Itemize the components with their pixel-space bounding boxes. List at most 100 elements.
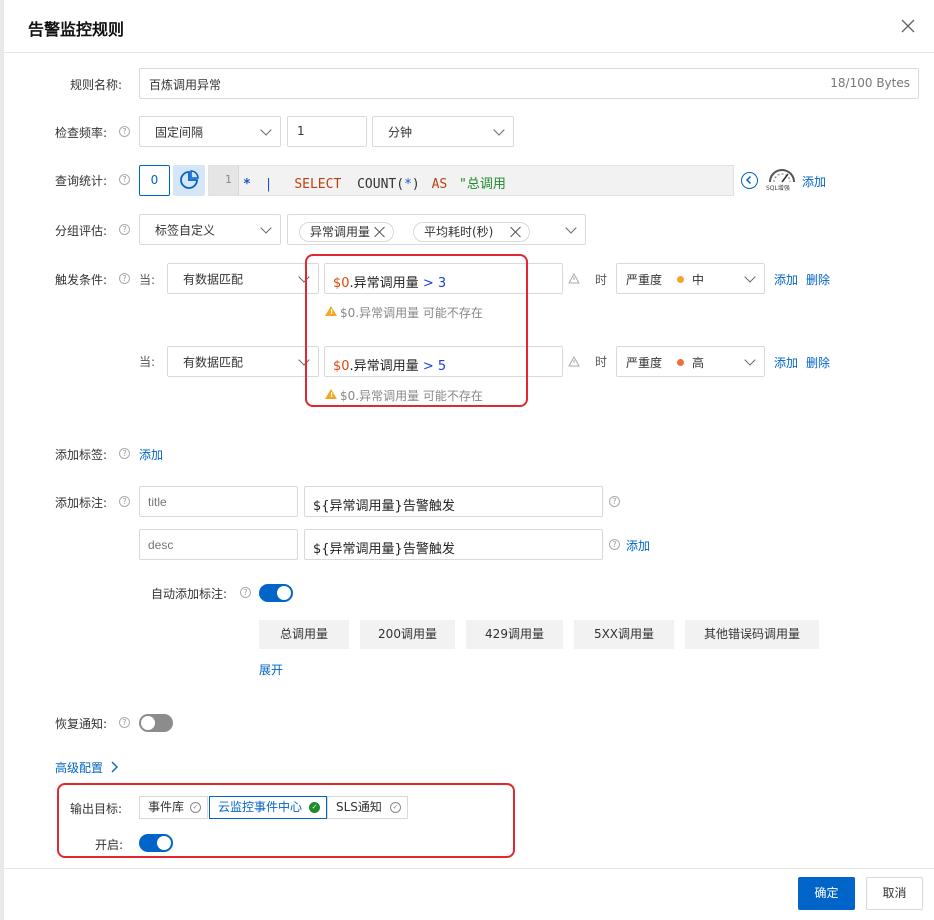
collapse-circle-icon[interactable]	[741, 172, 758, 189]
highlight-frame	[305, 254, 528, 407]
check-frequency-label: 检查频率:	[55, 126, 108, 140]
recovery-toggle[interactable]	[139, 714, 173, 732]
sql-enhance-icon[interactable]: SQL增强	[764, 166, 800, 194]
trigger-label: 触发条件:	[55, 273, 108, 287]
auto-annotation-label: 自动添加标注:	[151, 587, 228, 601]
labels-label: 添加标签:	[55, 448, 108, 462]
code-as: AS	[431, 177, 448, 192]
group-tag[interactable]: 平均耗时(秒)	[413, 222, 530, 242]
expand-link[interactable]: 展开	[259, 661, 283, 678]
help-icon[interactable]: ?	[119, 448, 130, 459]
severity-dot	[677, 276, 684, 283]
chart-toggle-button[interactable]	[173, 165, 205, 196]
help-icon[interactable]: ?	[609, 496, 620, 507]
code-func: COUNT(	[357, 177, 405, 192]
advanced-config-label: 高级配置	[55, 761, 104, 775]
group-mode-value: 标签自定义	[155, 223, 216, 237]
condition-add-link[interactable]: 添加	[774, 271, 798, 288]
alert-triangle-icon	[568, 273, 580, 284]
chevron-down-icon	[493, 123, 505, 136]
group-tag[interactable]: 异常调用量	[299, 222, 394, 242]
close-icon[interactable]	[900, 18, 916, 34]
match-mode-value: 有数据匹配	[183, 272, 244, 286]
query-index-box[interactable]: 0	[139, 165, 170, 196]
group-mode-select[interactable]: 标签自定义	[139, 214, 281, 245]
cancel-button[interactable]: 取消	[866, 877, 923, 910]
match-mode-select[interactable]: 有数据匹配	[167, 263, 319, 294]
code-star: *	[243, 177, 251, 192]
advanced-config-link[interactable]: 高级配置	[55, 759, 119, 776]
auto-annotation-toggle[interactable]	[259, 584, 293, 602]
group-tag-label: 平均耗时(秒)	[424, 225, 494, 239]
query-label: 查询统计:	[55, 174, 108, 188]
annotation-key-input[interactable]	[139, 529, 298, 560]
interval-value-input[interactable]: 1	[287, 116, 367, 147]
recovery-label: 恢复通知:	[55, 717, 108, 731]
close-icon[interactable]	[510, 226, 522, 238]
annotation-chip[interactable]: 5XX调用量	[574, 620, 674, 649]
chevron-down-icon	[565, 221, 577, 234]
time-label: 时	[595, 273, 608, 287]
annotations-add-link[interactable]: 添加	[626, 537, 650, 554]
group-eval-label: 分组评估:	[55, 224, 108, 238]
help-icon[interactable]: ?	[119, 273, 130, 284]
line-gutter: 1	[209, 166, 239, 195]
annotation-chip[interactable]: 其他错误码调用量	[685, 620, 819, 649]
page-edge	[0, 0, 4, 920]
rule-name-input[interactable]: 百炼调用异常 18/100 Bytes	[139, 68, 919, 99]
help-icon[interactable]: ?	[119, 126, 130, 137]
sql-editor[interactable]: 1 * | SELECT COUNT(*) AS "总调用	[208, 165, 734, 196]
interval-value: 1	[297, 124, 305, 138]
sql-code: * | SELECT COUNT(*) AS "总调用	[243, 173, 506, 192]
annotation-value-input[interactable]: ${异常调用量}告警触发	[304, 529, 603, 560]
footer-divider	[4, 868, 934, 869]
condition-add-link[interactable]: 添加	[774, 354, 798, 371]
help-icon[interactable]: ?	[119, 224, 130, 235]
toggle-knob	[141, 716, 155, 730]
interval-unit-select[interactable]: 分钟	[372, 116, 514, 147]
code-string: "总调用	[459, 177, 506, 192]
annotation-key-input[interactable]	[139, 486, 298, 517]
severity-label: 严重度	[626, 273, 663, 287]
rule-name-label: 规则名称:	[70, 78, 123, 92]
labels-add-link[interactable]: 添加	[139, 446, 163, 463]
interval-unit-value: 分钟	[388, 125, 413, 139]
annotation-chip[interactable]: 总调用量	[259, 620, 349, 649]
match-mode-select[interactable]: 有数据匹配	[167, 346, 319, 377]
code-arg: *	[404, 177, 412, 192]
group-tags-select[interactable]: 异常调用量 平均耗时(秒)	[287, 214, 586, 245]
header-divider	[4, 52, 934, 53]
condition-delete-link[interactable]: 删除	[806, 271, 830, 288]
query-index-value: 0	[150, 173, 159, 187]
annotation-value-input[interactable]: ${异常调用量}告警触发	[304, 486, 603, 517]
group-tag-label: 异常调用量	[310, 225, 371, 239]
chevron-down-icon	[744, 270, 756, 283]
help-icon[interactable]: ?	[240, 587, 251, 598]
highlight-frame	[57, 783, 515, 858]
chevron-down-icon	[744, 353, 756, 366]
sql-enhance-text: SQL增强	[766, 185, 790, 192]
code-pipe: |	[264, 177, 273, 192]
help-icon[interactable]: ?	[119, 717, 130, 728]
severity-value: 高	[692, 356, 705, 370]
code-close: )	[411, 177, 420, 192]
condition-delete-link[interactable]: 删除	[806, 354, 830, 371]
frequency-mode-select[interactable]: 固定间隔	[139, 116, 281, 147]
chevron-right-icon	[111, 761, 118, 773]
pie-chart-icon	[180, 170, 199, 189]
when-label: 当:	[139, 273, 156, 287]
frequency-mode-value: 固定间隔	[155, 125, 204, 139]
annotation-value: ${异常调用量}告警触发	[313, 499, 455, 514]
annotation-chip[interactable]: 200调用量	[360, 620, 455, 649]
help-icon[interactable]: ?	[119, 174, 130, 185]
query-add-link[interactable]: 添加	[802, 173, 826, 190]
annotation-chip[interactable]: 429调用量	[466, 620, 563, 649]
close-icon[interactable]	[374, 226, 386, 238]
severity-select[interactable]: 严重度 中	[616, 263, 765, 294]
help-icon[interactable]: ?	[119, 496, 130, 507]
confirm-button[interactable]: 确定	[798, 877, 855, 910]
toggle-knob	[277, 586, 291, 600]
help-icon[interactable]: ?	[609, 539, 620, 550]
severity-select[interactable]: 严重度 高	[616, 346, 765, 377]
chevron-down-icon	[260, 221, 272, 234]
